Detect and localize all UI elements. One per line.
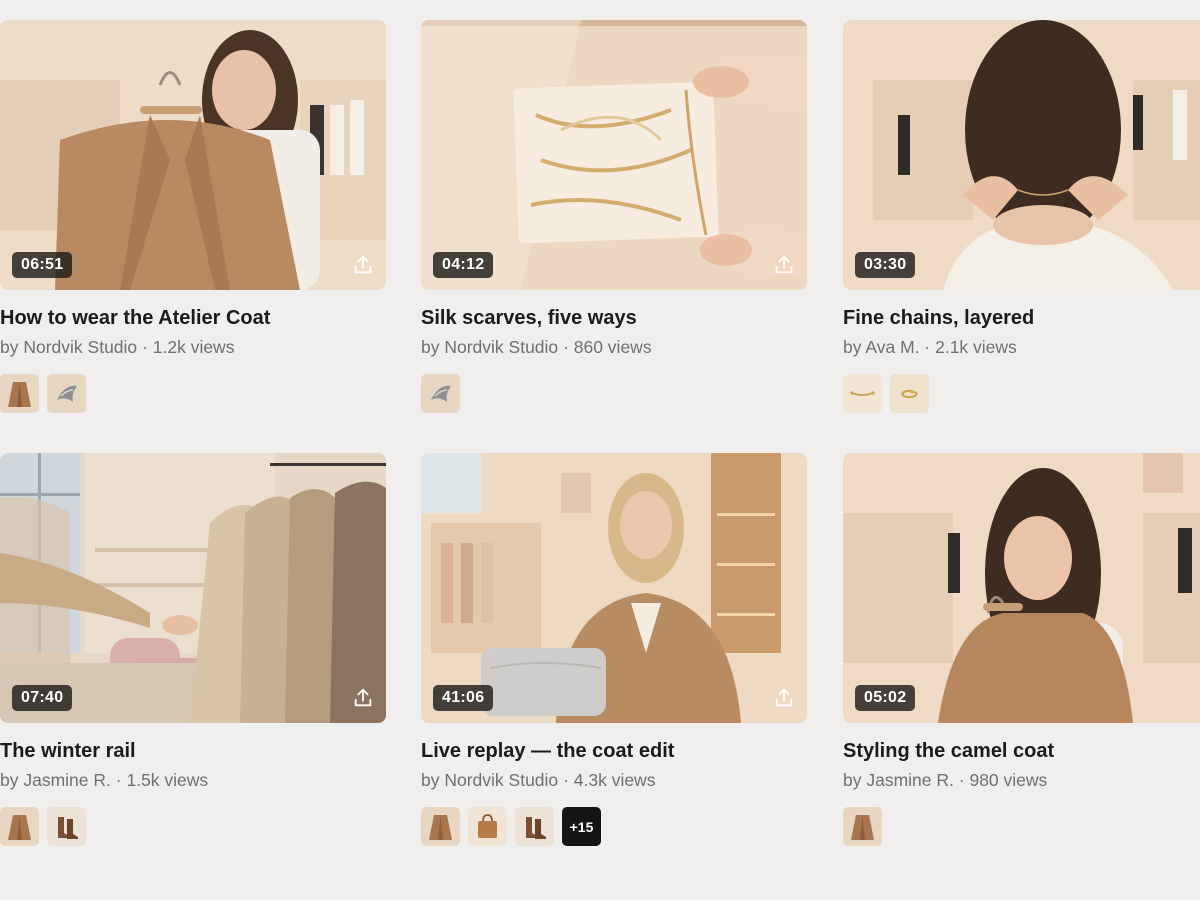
product-thumbnail[interactable] [515, 807, 554, 846]
video-author: Jasmine R. [23, 770, 111, 790]
product-list [0, 374, 386, 413]
video-title[interactable]: Styling the camel coat [843, 738, 1200, 764]
boots-icon [526, 817, 546, 839]
video-meta: by Jasmine R. · 1.5k views [0, 770, 209, 790]
video-card[interactable]: 05:02 Styling the camel coat by Jasmine … [843, 453, 1200, 846]
video-duration: 06:51 [12, 252, 73, 278]
ring-icon [901, 389, 918, 399]
coat-icon [8, 815, 31, 840]
video-meta: by Nordvik Studio · 1.2k views [0, 337, 235, 357]
share-icon[interactable] [771, 685, 797, 711]
video-meta: by Ava M. · 2.1k views [843, 337, 1017, 357]
video-title[interactable]: Live replay — the coat edit [421, 738, 807, 764]
video-card[interactable]: 07:40 The winter rail by Jasmine R. · 1.… [0, 453, 386, 846]
video-thumbnail[interactable]: 05:02 [843, 453, 1200, 723]
video-views: 980 views [969, 770, 1048, 790]
coat-icon [851, 815, 874, 840]
share-icon[interactable] [771, 252, 797, 278]
product-list [421, 374, 807, 413]
video-thumbnail[interactable]: 41:06 [421, 453, 807, 723]
video-card[interactable]: 03:30 Fine chains, layered by Ava M. · 2… [843, 20, 1200, 413]
product-thumbnail[interactable] [843, 807, 882, 846]
coat-icon [429, 815, 452, 840]
video-thumbnail[interactable]: 06:51 [0, 20, 386, 290]
video-author: Nordvik Studio [23, 337, 138, 357]
video-duration: 04:12 [433, 252, 494, 278]
product-thumbnail[interactable] [468, 807, 507, 846]
video-views: 1.5k views [126, 770, 209, 790]
product-thumbnail[interactable] [47, 374, 86, 413]
video-meta: by Nordvik Studio · 4.3k views [421, 770, 656, 790]
boots-icon [58, 817, 78, 839]
video-title[interactable]: How to wear the Atelier Coat [0, 305, 386, 331]
video-views: 4.3k views [573, 770, 656, 790]
product-thumbnail[interactable] [421, 374, 460, 413]
video-author: Nordvik Studio [444, 337, 559, 357]
video-title[interactable]: Silk scarves, five ways [421, 305, 807, 331]
product-list [843, 374, 1200, 413]
video-title[interactable]: Fine chains, layered [843, 305, 1200, 331]
video-card[interactable]: 04:12 Silk scarves, five ways by Nordvik… [421, 20, 807, 413]
product-thumbnail[interactable] [0, 374, 39, 413]
product-thumbnail[interactable] [890, 374, 929, 413]
product-list [0, 807, 386, 846]
video-duration: 03:30 [855, 252, 916, 278]
coat-icon [8, 382, 31, 407]
bag-icon [478, 814, 497, 838]
product-thumbnail[interactable] [0, 807, 39, 846]
video-views: 860 views [573, 337, 652, 357]
video-author: Jasmine R. [866, 770, 954, 790]
video-meta: by Nordvik Studio · 860 views [421, 337, 652, 357]
video-duration: 07:40 [12, 685, 73, 711]
video-thumbnail[interactable]: 03:30 [843, 20, 1200, 290]
product-thumbnail[interactable] [47, 807, 86, 846]
video-duration: 05:02 [855, 685, 916, 711]
scarf-icon [431, 385, 451, 402]
share-icon[interactable] [350, 685, 376, 711]
video-duration: 41:06 [433, 685, 494, 711]
video-card[interactable]: 06:51 How to wear the Atelier Coat by No… [0, 20, 386, 413]
video-author: Ava M. [865, 337, 920, 357]
chain-icon [850, 391, 875, 396]
scarf-icon [57, 385, 77, 402]
video-thumbnail[interactable]: 07:40 [0, 453, 386, 723]
product-list [843, 807, 1200, 846]
video-title[interactable]: The winter rail [0, 738, 386, 764]
video-card[interactable]: 41:06 Live replay — the coat edit by Nor… [421, 453, 807, 846]
product-thumbnail[interactable] [843, 374, 882, 413]
video-author: Nordvik Studio [444, 770, 559, 790]
video-views: 1.2k views [152, 337, 235, 357]
product-thumbnail[interactable] [421, 807, 460, 846]
video-thumbnail[interactable]: 04:12 [421, 20, 807, 290]
product-list: +15 [421, 807, 807, 846]
share-icon[interactable] [350, 252, 376, 278]
video-meta: by Jasmine R. · 980 views [843, 770, 1048, 790]
video-views: 2.1k views [935, 337, 1017, 357]
more-products-badge[interactable]: +15 [562, 807, 601, 846]
